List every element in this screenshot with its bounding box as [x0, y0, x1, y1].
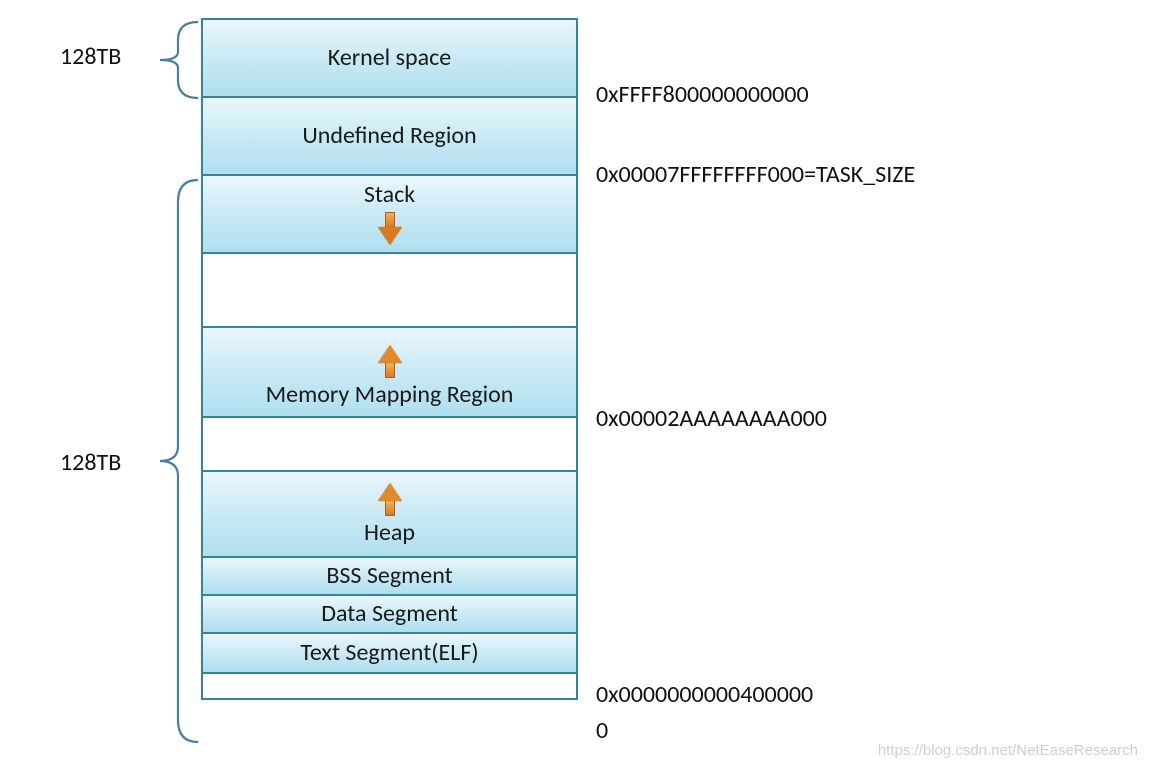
segment-label: Memory Mapping Region — [262, 380, 518, 410]
segment-label: Text Segment(ELF) — [296, 638, 482, 668]
arrow-up-icon — [378, 344, 402, 378]
address-task-size: 0x00007FFFFFFFF000=TASK_SIZE — [596, 160, 915, 189]
segment-label: Undefined Region — [298, 121, 480, 151]
arrow-down-icon — [378, 212, 402, 246]
segment-undefined-region: Undefined Region — [201, 96, 578, 176]
segment-text-elf: Text Segment(ELF) — [201, 632, 578, 674]
memory-layout-diagram: 128TB 128TB Kernel space Undefined Regio… — [0, 0, 1150, 767]
brace-top — [148, 20, 200, 100]
address-kernel-base: 0xFFFF800000000000 — [596, 80, 809, 109]
memory-stack: Kernel space Undefined Region Stack Memo… — [201, 20, 578, 700]
segment-label — [386, 684, 394, 688]
address-mmap-base: 0x00002AAAAAAAA000 — [596, 404, 827, 433]
address-text-base: 0x0000000000400000 — [596, 680, 813, 709]
segment-label: BSS Segment — [322, 561, 456, 591]
segment-label: Heap — [360, 518, 419, 548]
address-zero: 0 — [596, 716, 608, 745]
segment-bss: BSS Segment — [201, 556, 578, 596]
segment-label: Data Segment — [317, 599, 462, 629]
brace-bottom — [148, 178, 200, 744]
arrow-up-icon — [378, 482, 402, 516]
watermark-text: https://blog.csdn.net/NetEaseResearch — [878, 742, 1138, 759]
size-label-top: 128TB — [60, 42, 121, 71]
size-label-bottom: 128TB — [60, 448, 121, 477]
segment-kernel-space: Kernel space — [201, 18, 578, 98]
segment-stack: Stack — [201, 174, 578, 254]
segment-label — [386, 442, 394, 446]
segment-memory-mapping: Memory Mapping Region — [201, 326, 578, 418]
segment-zero-base — [201, 672, 578, 700]
segment-heap: Heap — [201, 470, 578, 558]
segment-label — [386, 288, 394, 292]
segment-gap-lower — [201, 416, 578, 472]
segment-gap-upper — [201, 252, 578, 328]
segment-label: Kernel space — [324, 43, 455, 73]
segment-data: Data Segment — [201, 594, 578, 634]
segment-label: Stack — [360, 180, 419, 210]
